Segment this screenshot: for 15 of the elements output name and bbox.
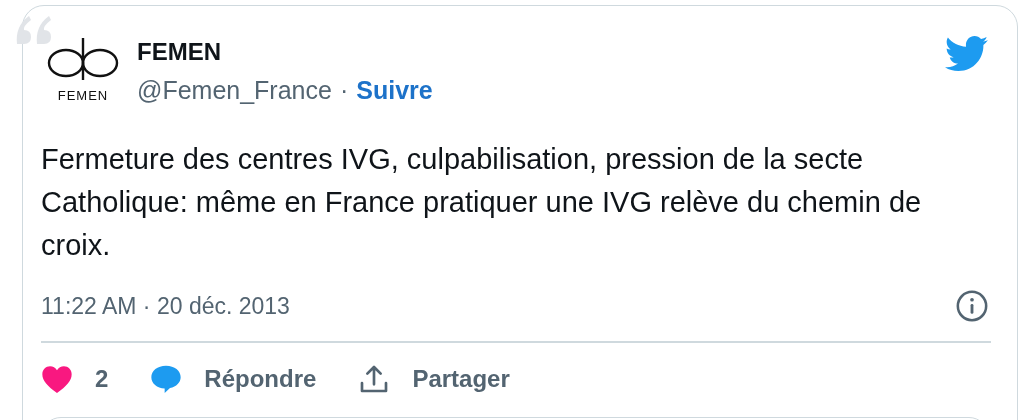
timestamp-link[interactable]: 11:22 AM · 20 déc. 2013 xyxy=(41,292,290,320)
bird-icon[interactable] xyxy=(945,36,989,72)
follow-link[interactable]: Suivre xyxy=(356,76,433,105)
heart-icon[interactable] xyxy=(41,363,73,394)
action-label[interactable]: 2 xyxy=(95,364,109,393)
tweet-text: Fermeture des centres IVG, culpabilisation, pression de la secte Catholique: même en France pratiquer une IVG relève du chemin de croix. xyxy=(41,142,923,263)
speech-bubble-icon[interactable] xyxy=(150,363,183,394)
author-handle[interactable]: @Femen_France xyxy=(137,76,332,105)
author-name[interactable]: FEMEN xyxy=(137,38,945,66)
separator-text: · xyxy=(339,76,349,105)
action-label[interactable]: Partager xyxy=(412,364,510,393)
action-label[interactable]: Répondre xyxy=(204,364,317,393)
logo-text: FEMEN xyxy=(57,88,109,103)
logo-icon xyxy=(47,36,119,80)
info-icon[interactable] xyxy=(955,289,989,323)
